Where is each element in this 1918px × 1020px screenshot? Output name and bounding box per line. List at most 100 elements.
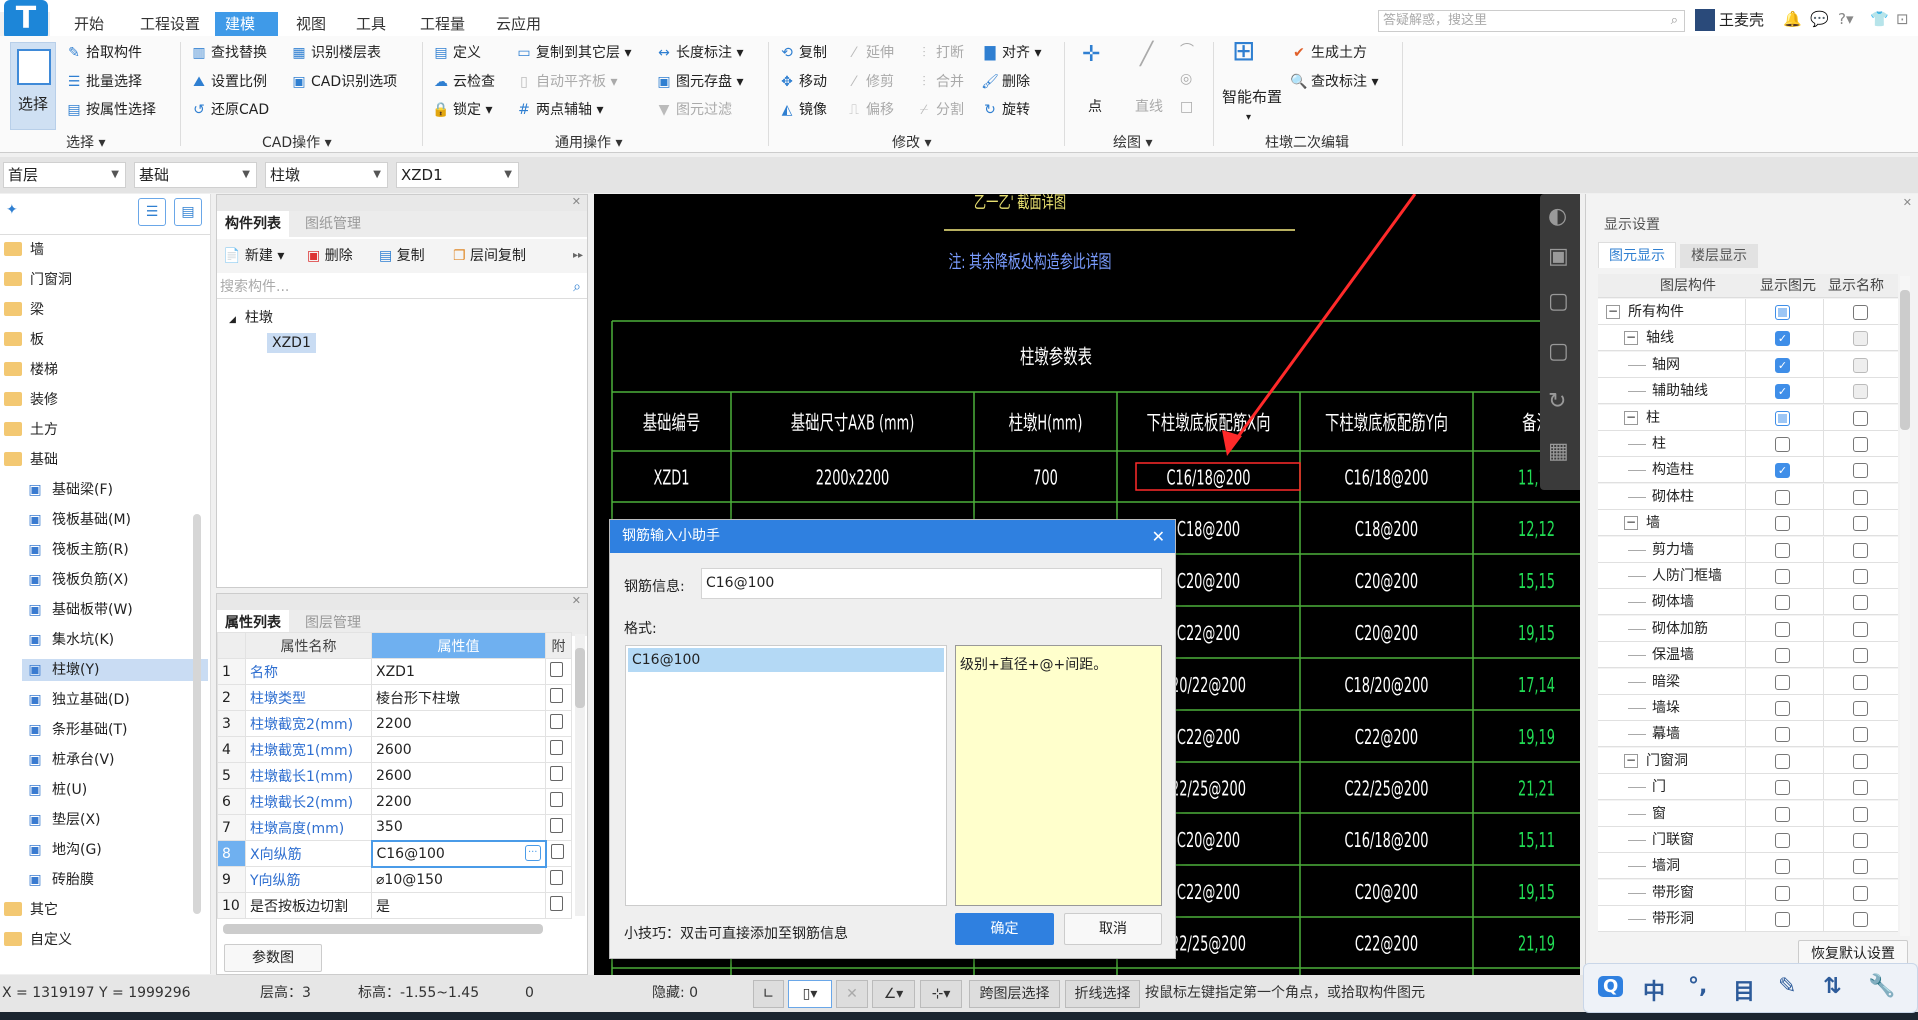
mirror-button[interactable]: ◭ 镜像 xyxy=(778,101,827,119)
ime-button[interactable]: °, xyxy=(1688,974,1707,999)
batch-select-button[interactable]: ☰ 批量选择 xyxy=(65,73,142,91)
nav-item[interactable]: 土方 xyxy=(4,419,58,441)
scroll-thumb[interactable] xyxy=(575,648,585,708)
nav-item[interactable]: ▣ 筏板基础(M) xyxy=(0,509,131,531)
property-value[interactable]: C16@100 ··· xyxy=(370,839,547,868)
restore-icon[interactable]: ⊡ xyxy=(1896,10,1909,28)
show-element-checkbox[interactable] xyxy=(1775,674,1790,690)
ime-button[interactable]: ✎ xyxy=(1778,974,1796,999)
close-icon[interactable]: ✕ xyxy=(1903,196,1912,209)
close-icon[interactable]: ✕ xyxy=(217,195,587,211)
split-button[interactable]: ⌿ 分割 xyxy=(915,101,964,119)
group-label-draw[interactable]: 绘图 ▾ xyxy=(1113,132,1152,152)
show-element-checkbox[interactable]: ✓ xyxy=(1775,331,1790,347)
cloud-check-button[interactable]: ☁ 云检查 xyxy=(432,73,495,91)
sparkle-icon[interactable]: ✦ xyxy=(6,202,18,218)
show-element-checkbox[interactable] xyxy=(1775,621,1790,637)
ime-button[interactable]: 🔧 xyxy=(1868,974,1895,999)
merge-button[interactable]: ⫶ 合并 xyxy=(915,73,964,91)
property-row[interactable]: 5 柱墩截长1(mm) 2600 xyxy=(217,762,572,789)
group-label-modify[interactable]: 修改 ▾ xyxy=(892,132,931,152)
nav-item[interactable]: ▣ 桩(U) xyxy=(0,779,87,801)
offset-button[interactable]: ⎍ 偏移 xyxy=(845,101,894,119)
box-view-icon[interactable]: ▢ xyxy=(1548,289,1569,314)
message-icon[interactable]: 💬 xyxy=(1810,10,1829,28)
close-icon[interactable]: ✕ xyxy=(217,594,587,610)
nav-item[interactable]: 其它 xyxy=(4,899,58,921)
angle-icon[interactable]: ∠▾ xyxy=(872,980,915,1008)
align-button[interactable]: ▇ 对齐 ▾ xyxy=(981,44,1042,62)
show-name-checkbox[interactable] xyxy=(1853,516,1868,532)
cross-icon[interactable]: ✕ xyxy=(836,980,868,1008)
property-row[interactable]: 3 柱墩截宽2(mm) 2200 xyxy=(217,710,572,737)
copy-component-button[interactable]: ▤ 复制 xyxy=(379,239,425,273)
ok-button[interactable]: 确定 xyxy=(955,913,1054,945)
break-button[interactable]: ⫶ 打断 xyxy=(915,44,964,62)
checkbox[interactable] xyxy=(550,896,563,911)
show-name-checkbox[interactable] xyxy=(1853,410,1868,426)
scroll-thumb[interactable] xyxy=(1900,290,1910,430)
show-name-checkbox[interactable] xyxy=(1853,780,1868,796)
pick-component-button[interactable]: ✎ 拾取构件 xyxy=(65,44,142,62)
set-scale-button[interactable]: ⛰ 设置比例 xyxy=(190,73,267,91)
show-name-checkbox[interactable] xyxy=(1853,885,1868,901)
new-button[interactable]: 📄 新建 ▾ xyxy=(223,239,284,273)
cad-identify-options-button[interactable]: ▣ CAD识别选项 xyxy=(290,73,397,91)
bell-icon[interactable]: 🔔 xyxy=(1783,10,1802,28)
horizontal-scrollbar[interactable] xyxy=(223,924,543,934)
polyline-select-button[interactable]: 折线选择 xyxy=(1065,980,1140,1008)
show-name-checkbox[interactable] xyxy=(1853,727,1868,743)
property-row[interactable]: 2 柱墩类型 棱台形下柱墩 xyxy=(217,684,572,711)
arc-icon[interactable]: ⌒ xyxy=(1180,42,1194,60)
edit-annotation-button[interactable]: 🔍 查改标注 ▾ xyxy=(1290,73,1378,91)
show-name-checkbox[interactable] xyxy=(1853,701,1868,716)
tab-start[interactable]: 开始 xyxy=(64,12,114,36)
property-row[interactable]: 9 Y向纵筋 ⌀10@150 xyxy=(217,866,572,893)
save-elements-button[interactable]: ▣ 图元存盘 ▾ xyxy=(655,73,743,91)
snap-icon[interactable]: ▯▾ xyxy=(788,980,832,1008)
orbit-icon[interactable]: ◐ xyxy=(1548,204,1567,229)
define-button[interactable]: ▤ 定义 xyxy=(432,44,481,62)
checkbox[interactable] xyxy=(550,792,563,807)
show-name-checkbox[interactable] xyxy=(1853,674,1868,690)
scrollbar[interactable] xyxy=(193,514,201,914)
vertical-scrollbar[interactable] xyxy=(575,634,585,916)
select-by-property-button[interactable]: ▤ 按属性选择 xyxy=(65,101,156,119)
show-name-checkbox[interactable] xyxy=(1853,384,1868,400)
panel-view-icon[interactable]: ▤ xyxy=(174,198,202,226)
collapse-icon[interactable]: − xyxy=(1606,305,1620,319)
nav-item[interactable]: ▣ 集水坑(K) xyxy=(0,629,114,651)
nav-item[interactable]: ▣ 垫层(X) xyxy=(0,809,100,831)
nav-item[interactable]: 梁 xyxy=(4,299,44,321)
property-row[interactable]: 1 名称 XZD1 xyxy=(217,658,572,685)
nav-item[interactable]: ▣ 地沟(G) xyxy=(0,839,101,861)
nav-item[interactable]: 楼梯 xyxy=(4,359,58,381)
property-value[interactable]: 棱台形下柱墩 xyxy=(371,684,546,711)
close-icon[interactable]: ✕ xyxy=(1152,520,1165,553)
cross-layer-select-button[interactable]: 跨图层选择 xyxy=(969,980,1060,1008)
group-label-select[interactable]: 选择 ▾ xyxy=(66,132,105,152)
nav-item[interactable]: 装修 xyxy=(4,389,58,411)
rotate-view-icon[interactable]: ↻ xyxy=(1548,389,1566,414)
collapse-icon[interactable]: − xyxy=(1624,753,1638,768)
trim-button[interactable]: ⁄ 修剪 xyxy=(845,73,894,91)
property-value[interactable]: ⌀10@150 xyxy=(371,866,546,893)
show-element-checkbox[interactable]: ✓ xyxy=(1775,384,1790,400)
list-view-icon[interactable]: ☰ xyxy=(138,198,166,226)
show-element-checkbox[interactable] xyxy=(1775,516,1790,532)
element-filter-button[interactable]: ▼ 图元过滤 xyxy=(655,101,732,119)
collapse-icon[interactable]: − xyxy=(1624,331,1638,346)
show-name-checkbox[interactable] xyxy=(1853,569,1868,584)
show-name-checkbox[interactable] xyxy=(1853,595,1868,611)
floor-copy-button[interactable]: ❐ 层间复制 xyxy=(453,239,526,273)
nav-item[interactable]: ▣ 基础梁(F) xyxy=(0,479,113,501)
show-element-checkbox[interactable] xyxy=(1775,595,1790,611)
show-name-checkbox[interactable] xyxy=(1853,489,1868,505)
nav-item[interactable]: 自定义 xyxy=(4,929,72,951)
group-label-general[interactable]: 通用操作 ▾ xyxy=(555,132,622,152)
show-name-checkbox[interactable] xyxy=(1853,305,1868,320)
tab-component-list[interactable]: 构件列表 xyxy=(217,211,289,237)
show-name-checkbox[interactable] xyxy=(1853,463,1868,479)
checkbox[interactable] xyxy=(550,766,563,781)
length-dimension-button[interactable]: ↔ 长度标注 ▾ xyxy=(655,44,743,62)
